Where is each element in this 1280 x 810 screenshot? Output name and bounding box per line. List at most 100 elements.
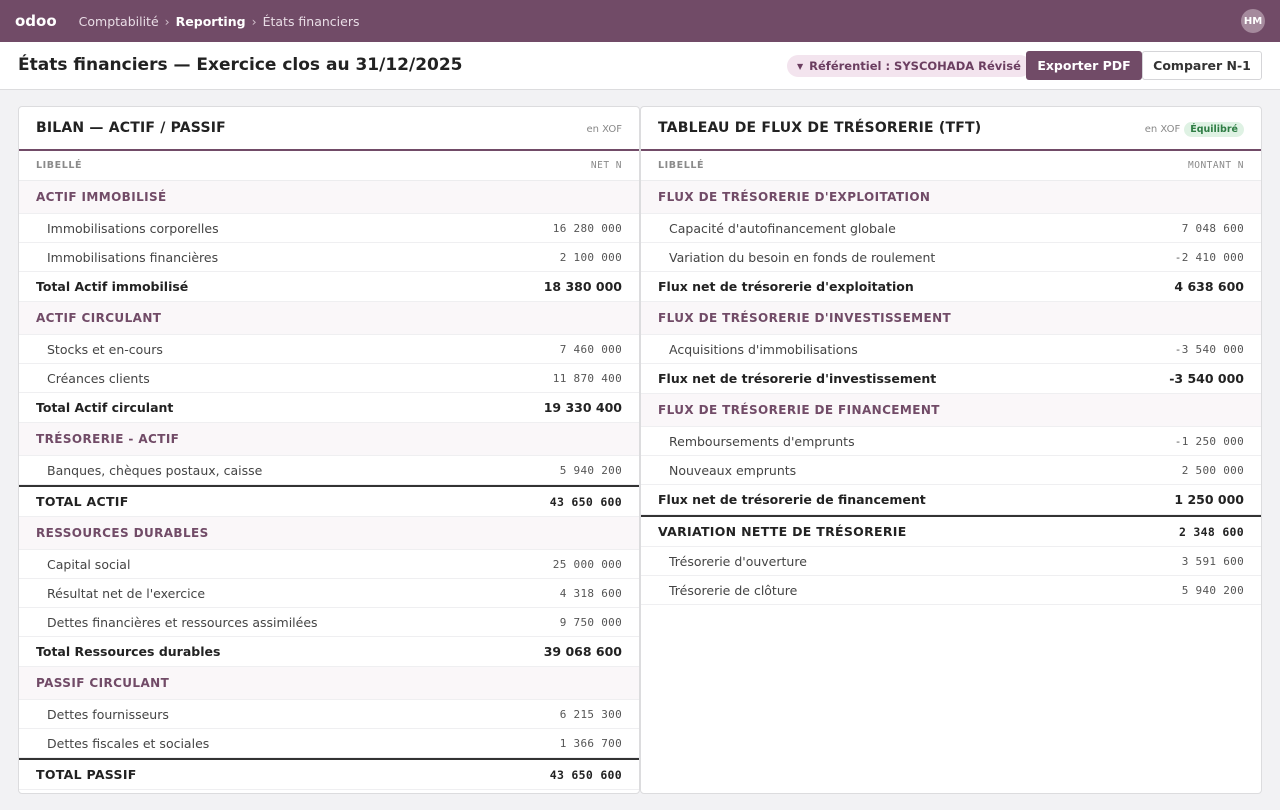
table-row[interactable]: Acquisitions d'immobilisations -3 540 000 bbox=[641, 335, 1261, 364]
table-row[interactable]: Immobilisations corporelles 16 280 000 bbox=[19, 214, 639, 243]
row-label: FLUX DE TRÉSORERIE D'EXPLOITATION bbox=[658, 190, 931, 204]
row-label: Total Actif circulant bbox=[36, 400, 174, 415]
row-label: Banques, chèques postaux, caisse bbox=[47, 462, 263, 478]
row-label: FLUX DE TRÉSORERIE DE FINANCEMENT bbox=[658, 403, 940, 417]
row-label: Capacité d'autofinancement globale bbox=[669, 220, 896, 236]
total-row: Flux net de trésorerie d'investissement -… bbox=[641, 364, 1261, 394]
section-row: ACTIF CIRCULANT bbox=[19, 302, 639, 335]
total-row: Total Ressources durables 39 068 600 bbox=[19, 637, 639, 667]
page-title: États financiers — Exercice clos au 31/1… bbox=[18, 55, 463, 75]
tft-panel: TABLEAU DE FLUX DE TRÉSORERIE (TFT) en X… bbox=[640, 106, 1262, 794]
tft-column-header: LIBELLÉ MONTANT N bbox=[641, 151, 1261, 181]
row-label: Stocks et en-cours bbox=[47, 341, 163, 357]
table-row[interactable]: Capacité d'autofinancement globale 7 048 … bbox=[641, 214, 1261, 243]
breadcrumb-etats-financiers[interactable]: États financiers bbox=[263, 14, 360, 29]
balanced-badge: Équilibré bbox=[1184, 121, 1244, 137]
column-libelle: LIBELLÉ bbox=[36, 160, 83, 171]
row-label: Variation du besoin en fonds de roulemen… bbox=[669, 249, 936, 265]
breadcrumb-reporting[interactable]: Reporting bbox=[176, 14, 246, 29]
row-label: TRÉSORERIE - ACTIF bbox=[36, 432, 180, 446]
row-value: 25 000 000 bbox=[552, 557, 622, 571]
breadcrumb-separator: › bbox=[251, 13, 257, 29]
row-label: Immobilisations corporelles bbox=[47, 220, 219, 236]
odoo-logo[interactable]: odoo bbox=[15, 12, 57, 30]
table-row[interactable]: Variation du besoin en fonds de roulemen… bbox=[641, 243, 1261, 272]
total-row: Total Actif circulant 19 330 400 bbox=[19, 393, 639, 423]
tft-meta: en XOF Équilibré bbox=[1145, 107, 1244, 151]
row-label: Créances clients bbox=[47, 370, 150, 386]
row-label: Trésorerie de clôture bbox=[669, 582, 798, 598]
total-row: Flux net de trésorerie de financement 1 2… bbox=[641, 485, 1261, 515]
row-label: Flux net de trésorerie d'investissement bbox=[658, 371, 937, 386]
table-row[interactable]: Dettes financières et ressources assimil… bbox=[19, 608, 639, 637]
row-value: 7 460 000 bbox=[559, 342, 622, 356]
row-value: -2 410 000 bbox=[1174, 250, 1244, 264]
section-row: ACTIF IMMOBILISÉ bbox=[19, 181, 639, 214]
row-label: PASSIF CIRCULANT bbox=[36, 676, 170, 690]
table-row[interactable]: Capital social 25 000 000 bbox=[19, 550, 639, 579]
total-row: Total Actif immobilisé 18 380 000 bbox=[19, 272, 639, 302]
row-label: Dettes fiscales et sociales bbox=[47, 735, 210, 751]
row-label: VARIATION NETTE DE TRÉSORERIE bbox=[658, 524, 907, 539]
column-montant-n: MONTANT N bbox=[1188, 160, 1244, 171]
tft-header: TABLEAU DE FLUX DE TRÉSORERIE (TFT) en X… bbox=[641, 107, 1261, 151]
total-row: Flux net de trésorerie d'exploitation 4 6… bbox=[641, 272, 1261, 302]
row-value: 9 750 000 bbox=[559, 615, 622, 629]
row-value: 43 650 600 bbox=[549, 767, 622, 782]
table-row[interactable]: Immobilisations financières 2 100 000 bbox=[19, 243, 639, 272]
bilan-header: BILAN — ACTIF / PASSIF en XOF bbox=[19, 107, 639, 151]
row-label: Flux net de trésorerie de financement bbox=[658, 492, 926, 507]
export-pdf-button[interactable]: Exporter PDF bbox=[1026, 51, 1142, 80]
referential-dropdown[interactable]: ▼ Référentiel : SYSCOHADA Révisé bbox=[787, 55, 1031, 77]
section-row: PASSIF CIRCULANT bbox=[19, 667, 639, 700]
currency-label: en XOF bbox=[586, 123, 622, 135]
row-value: 43 650 600 bbox=[549, 494, 622, 509]
table-row[interactable]: Stocks et en-cours 7 460 000 bbox=[19, 335, 639, 364]
table-row[interactable]: Nouveaux emprunts 2 500 000 bbox=[641, 456, 1261, 485]
table-row[interactable]: Trésorerie de clôture 5 940 200 bbox=[641, 576, 1261, 605]
currency-label: en XOF bbox=[1144, 123, 1181, 135]
row-label: Acquisitions d'immobilisations bbox=[669, 341, 858, 357]
referential-label: Référentiel : SYSCOHADA Révisé bbox=[809, 59, 1021, 73]
row-value: 2 348 600 bbox=[1178, 524, 1244, 539]
bilan-meta: en XOF bbox=[586, 107, 622, 151]
row-label: ACTIF IMMOBILISÉ bbox=[36, 190, 167, 204]
table-row[interactable]: Résultat net de l'exercice 4 318 600 bbox=[19, 579, 639, 608]
section-row: TRÉSORERIE - ACTIF bbox=[19, 423, 639, 456]
caret-down-icon: ▼ bbox=[797, 61, 804, 71]
row-value: 1 250 000 bbox=[1174, 492, 1244, 507]
total-row: TOTAL ACTIF 43 650 600 bbox=[19, 485, 639, 517]
total-row: TOTAL PASSIF 43 650 600 bbox=[19, 758, 639, 790]
table-row[interactable]: Remboursements d'emprunts -1 250 000 bbox=[641, 427, 1261, 456]
table-row[interactable]: Trésorerie d'ouverture 3 591 600 bbox=[641, 547, 1261, 576]
section-row: RESSOURCES DURABLES bbox=[19, 517, 639, 550]
row-value: 1 366 700 bbox=[559, 736, 622, 750]
row-value: 4 638 600 bbox=[1174, 279, 1244, 294]
row-value: 4 318 600 bbox=[559, 586, 622, 600]
table-row[interactable]: Banques, chèques postaux, caisse 5 940 20… bbox=[19, 456, 639, 485]
table-row[interactable]: Créances clients 11 870 400 bbox=[19, 364, 639, 393]
row-label: Capital social bbox=[47, 556, 131, 572]
user-avatar[interactable]: HM bbox=[1241, 9, 1265, 33]
tft-title: TABLEAU DE FLUX DE TRÉSORERIE (TFT) bbox=[658, 120, 982, 136]
compare-n-1-button[interactable]: Comparer N-1 bbox=[1142, 51, 1262, 80]
breadcrumb-comptabilite[interactable]: Comptabilité bbox=[79, 14, 159, 29]
section-row: FLUX DE TRÉSORERIE D'EXPLOITATION bbox=[641, 181, 1261, 214]
top-navbar: odoo Comptabilité › Reporting › États fi… bbox=[0, 0, 1280, 42]
row-value: 19 330 400 bbox=[543, 400, 622, 415]
section-row: FLUX DE TRÉSORERIE D'INVESTISSEMENT bbox=[641, 302, 1261, 335]
column-libelle: LIBELLÉ bbox=[658, 160, 705, 171]
row-value: -3 540 000 bbox=[1169, 371, 1244, 386]
row-label: ACTIF CIRCULANT bbox=[36, 311, 162, 325]
row-value: 11 870 400 bbox=[552, 371, 622, 385]
row-label: Dettes fournisseurs bbox=[47, 706, 169, 722]
row-label: RESSOURCES DURABLES bbox=[36, 526, 209, 540]
section-row: FLUX DE TRÉSORERIE DE FINANCEMENT bbox=[641, 394, 1261, 427]
row-label: Flux net de trésorerie d'exploitation bbox=[658, 279, 914, 294]
row-label: Remboursements d'emprunts bbox=[669, 433, 855, 449]
row-value: 5 940 200 bbox=[559, 463, 622, 477]
table-row[interactable]: Dettes fournisseurs 6 215 300 bbox=[19, 700, 639, 729]
breadcrumb-separator: › bbox=[164, 13, 170, 29]
row-label: Résultat net de l'exercice bbox=[47, 585, 206, 601]
table-row[interactable]: Dettes fiscales et sociales 1 366 700 bbox=[19, 729, 639, 758]
